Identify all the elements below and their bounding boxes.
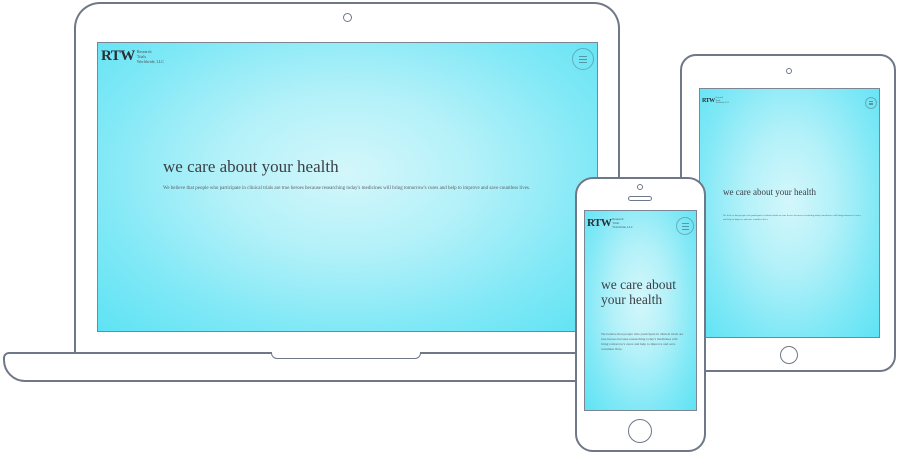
hero-text: We believe that people who participate i…: [163, 186, 531, 191]
hero-title: we care about your health: [163, 157, 339, 176]
hamburger-menu-icon-bar: [869, 102, 873, 104]
phone-home-button: [628, 419, 652, 443]
hero-title: we care about your health: [601, 277, 676, 307]
logo-line-3: Worldwide, LLC: [136, 59, 165, 64]
laptop-camera-icon: [343, 13, 352, 22]
menu-button[interactable]: [572, 48, 594, 70]
tablet-camera-icon: [786, 68, 792, 74]
phone-speaker: [628, 196, 652, 201]
logo[interactable]: RTW Research Trials Worldwide, LLC: [702, 97, 729, 105]
phone-camera-icon: [637, 184, 643, 190]
logo-subtitle: Research Trials Worldwide, LLC: [716, 97, 730, 105]
tablet-screen: RTW Research Trials Worldwide, LLC we ca…: [699, 88, 880, 338]
hamburger-menu-icon-bar: [579, 61, 587, 63]
tablet-home-button: [780, 346, 798, 364]
hero-title: we care about your health: [723, 187, 816, 197]
logo[interactable]: RTW Research Trials Worldwide, LLC: [587, 217, 633, 229]
laptop-screen: RTW Research Trials Worldwide, LLC we ca…: [97, 42, 598, 332]
hamburger-menu-icon: [681, 222, 689, 224]
logo-line-3: Worldwide, LLC: [715, 102, 730, 104]
logo-mark: RTW: [101, 48, 135, 64]
logo-mark: RTW: [702, 97, 715, 104]
laptop-notch: [271, 352, 421, 359]
hamburger-menu-icon-bar: [681, 228, 689, 230]
logo-subtitle: Research Trials Worldwide, LLC: [612, 217, 632, 229]
menu-button[interactable]: [676, 217, 694, 235]
hamburger-menu-icon-bar: [681, 225, 689, 227]
hamburger-menu-icon-bar: [579, 58, 587, 60]
hero-text: We believe that people who participate i…: [723, 214, 861, 221]
hamburger-menu-icon: [579, 55, 587, 57]
menu-button[interactable]: [865, 97, 877, 109]
logo[interactable]: RTW Research Trials Worldwide, LLC: [101, 48, 164, 65]
logo-subtitle: Research Trials Worldwide, LLC: [137, 49, 164, 64]
hamburger-menu-icon: [869, 101, 873, 102]
phone-screen: RTW Research Trials Worldwide, LLC we ca…: [584, 210, 697, 411]
hamburger-menu-icon-bar: [869, 104, 873, 105]
logo-mark: RTW: [587, 217, 612, 229]
logo-line-3: Worldwide, LLC: [612, 225, 633, 229]
hero-text: We believe that people who participate i…: [601, 332, 684, 351]
